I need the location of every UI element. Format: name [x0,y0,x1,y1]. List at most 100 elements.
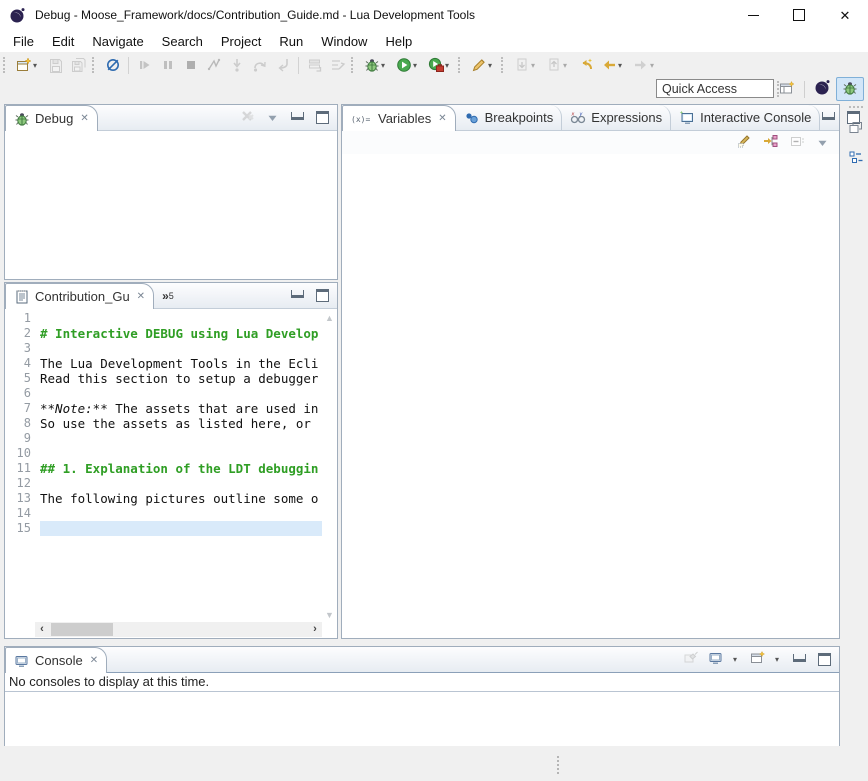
lua-perspective-button[interactable] [808,77,836,101]
strip-drag-handle[interactable] [849,106,863,110]
editor-line-text[interactable]: Read this section to setup a debugger [40,371,322,386]
tab-console[interactable]: Console✕ [5,647,107,673]
dropdown-arrow-icon[interactable]: ▾ [618,61,626,70]
editor-horizontal-scrollbar[interactable]: ‹ › [35,622,322,637]
dropdown-arrow-icon[interactable]: ▾ [733,655,741,664]
view-menu-button[interactable] [264,109,281,126]
remove-terminated-button[interactable] [239,109,256,126]
editor-content[interactable]: 12# Interactive DEBUG using Lua Develop3… [5,309,337,638]
pen-button[interactable]: ▾ [467,53,499,77]
quick-access-input[interactable] [656,79,774,98]
line-number[interactable]: 6 [5,386,40,401]
menu-window[interactable]: Window [312,32,376,51]
line-number[interactable]: 3 [5,341,40,356]
dropdown-arrow-icon[interactable]: ▾ [488,61,496,70]
run-button[interactable]: ▾ [392,53,424,77]
maximize-window-button[interactable] [776,0,822,30]
dropdown-arrow-icon[interactable]: ▾ [413,61,421,70]
editor-line[interactable]: 2# Interactive DEBUG using Lua Develop [5,326,322,341]
view-menu-button[interactable] [814,134,831,151]
maximize-view-button[interactable] [816,651,833,668]
editor-line[interactable]: 8So use the assets as listed here, or [5,416,322,431]
display-console-button[interactable] [707,651,724,668]
editor-line[interactable]: 13The following pictures outline some o [5,491,322,506]
dropdown-arrow-icon[interactable]: ▾ [445,61,453,70]
step-return-button[interactable] [271,53,294,77]
editor-line[interactable]: 9 [5,431,322,446]
forward-button[interactable]: ▾ [629,53,661,77]
collapse-all-button[interactable] [788,134,805,151]
editor-line[interactable]: 10 [5,446,322,461]
scroll-up-icon[interactable]: ▲ [322,311,337,325]
scroll-left-icon[interactable]: ‹ [35,622,49,637]
line-number[interactable]: 5 [5,371,40,386]
menu-project[interactable]: Project [212,32,270,51]
editor-line[interactable]: 6 [5,386,322,401]
minimize-view-button[interactable] [820,109,837,126]
line-number[interactable]: 10 [5,446,40,461]
line-number[interactable]: 13 [5,491,40,506]
close-tab-icon[interactable]: ✕ [438,113,446,124]
next-annotation-button[interactable]: ▾ [510,53,542,77]
close-tab-icon[interactable]: ✕ [90,655,98,666]
toolbar-drag-handle[interactable] [351,57,356,73]
disconnect-button[interactable] [202,53,225,77]
scroll-right-icon[interactable]: › [308,622,322,637]
editor-tab-overflow-button[interactable]: »5 [154,283,182,308]
tab-breakpoints[interactable]: Breakpoints [456,105,563,130]
editor-line-text[interactable]: The Lua Development Tools in the Ecli [40,356,322,371]
editor-line[interactable]: 11## 1. Explanation of the LDT debuggin [5,461,322,476]
dropdown-arrow-icon[interactable]: ▾ [33,61,41,70]
open-console-button[interactable] [749,651,766,668]
show-type-names-button[interactable] [736,134,753,151]
new-wizard-button[interactable]: ▾ [12,53,44,77]
outline-view-button[interactable] [847,150,865,168]
debug-button[interactable]: ▾ [360,53,392,77]
external-tools-button[interactable]: ▾ [424,53,456,77]
dropdown-arrow-icon[interactable]: ▾ [381,61,389,70]
line-number[interactable]: 14 [5,506,40,521]
resume-button[interactable] [133,53,156,77]
editor-line-text[interactable]: ## 1. Explanation of the LDT debuggin [40,461,322,476]
tab-expressions[interactable]: xyExpressions [562,105,671,130]
line-number[interactable]: 8 [5,416,40,431]
editor-line[interactable]: 3 [5,341,322,356]
editor-line-text[interactable]: **Note:** The assets that are used in [40,401,322,416]
toolbar-drag-handle[interactable] [458,57,463,73]
terminate-button[interactable] [179,53,202,77]
editor-line[interactable]: 5Read this section to setup a debugger [5,371,322,386]
editor-line-text[interactable] [40,506,322,521]
menu-edit[interactable]: Edit [43,32,83,51]
use-step-filters-button[interactable] [326,53,349,77]
menu-search[interactable]: Search [153,32,212,51]
minimize-view-button[interactable] [289,287,306,304]
close-tab-icon[interactable]: ✕ [137,291,145,302]
line-number[interactable]: 1 [5,311,40,326]
line-number[interactable]: 15 [5,521,40,536]
editor-line-text[interactable] [40,476,322,491]
maximize-view-button[interactable] [314,109,331,126]
drop-to-frame-button[interactable] [303,53,326,77]
close-window-button[interactable]: ✕ [822,0,868,30]
editor-line[interactable]: 7**Note:** The assets that are used in [5,401,322,416]
minimize-view-button[interactable] [791,651,808,668]
step-over-button[interactable] [248,53,271,77]
show-logical-structures-button[interactable] [762,134,779,151]
minimize-view-button[interactable] [289,109,306,126]
debug-perspective-button[interactable] [836,77,864,101]
editor-line-text[interactable] [40,386,322,401]
editor-line[interactable]: 1 [5,311,322,326]
editor-vertical-scrollbar[interactable]: ▲ ▼ [322,311,337,622]
menu-navigate[interactable]: Navigate [83,32,152,51]
menu-run[interactable]: Run [270,32,312,51]
save-button[interactable] [44,53,67,77]
restore-view-button[interactable] [847,120,865,138]
tab-debug[interactable]: Debug✕ [5,105,98,131]
dropdown-arrow-icon[interactable]: ▾ [531,61,539,70]
menu-file[interactable]: File [4,32,43,51]
menu-help[interactable]: Help [376,32,421,51]
line-number[interactable]: 11 [5,461,40,476]
line-number[interactable]: 2 [5,326,40,341]
pin-console-button[interactable] [682,651,699,668]
editor-line-text[interactable] [40,446,322,461]
